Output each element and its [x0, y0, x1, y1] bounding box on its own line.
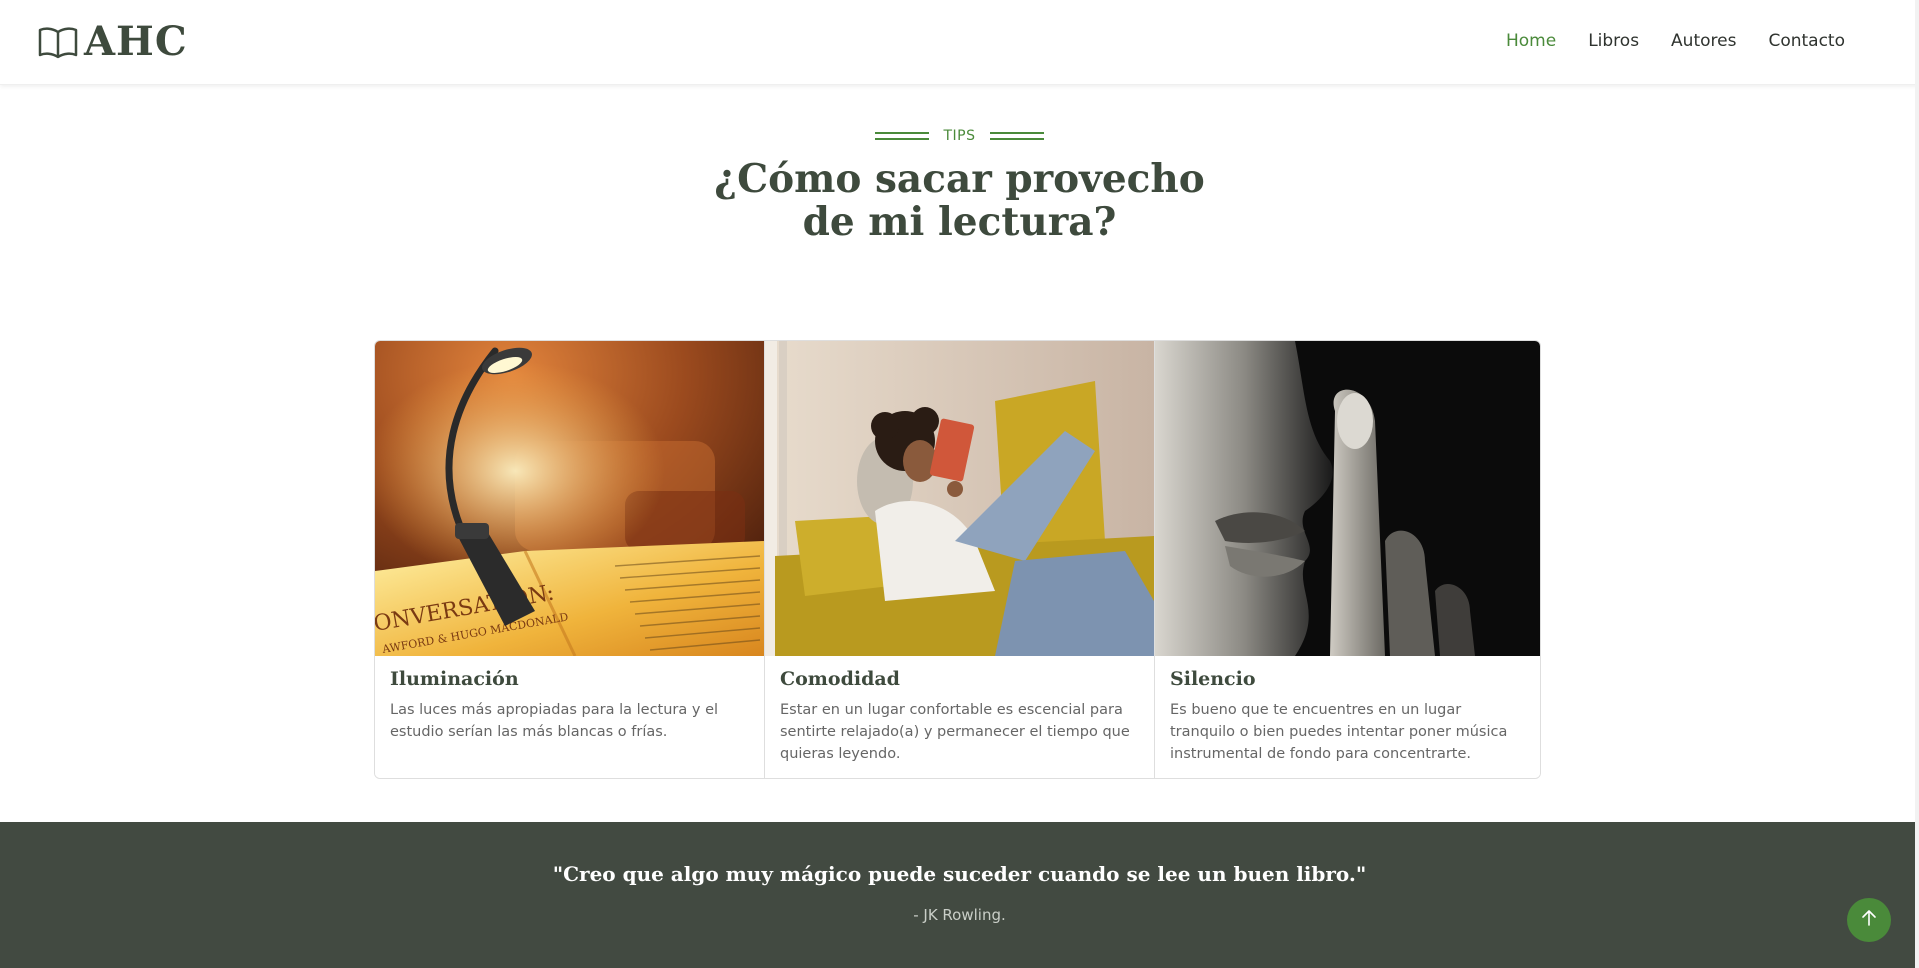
- card-silencio[interactable]: Silencio Es bueno que te encuentres en u…: [1155, 341, 1540, 778]
- navbar: AHC Home Libros Autores Contacto: [0, 0, 1919, 85]
- kicker-line-right: [989, 132, 1044, 140]
- section-title-line1: ¿Cómo sacar provecho: [714, 156, 1205, 202]
- tips-cards: ONVERSATION: AWFORD & HUGO MACDONALD Ilu…: [374, 340, 1541, 779]
- back-to-top-button[interactable]: [1847, 898, 1891, 942]
- nav-home[interactable]: Home: [1506, 31, 1556, 51]
- quote-author: - JK Rowling.: [913, 906, 1006, 924]
- nav-autores[interactable]: Autores: [1671, 31, 1736, 51]
- kicker-label: TIPS: [943, 128, 976, 144]
- card-image-lamp: ONVERSATION: AWFORD & HUGO MACDONALD: [375, 341, 764, 656]
- tips-section-header: TIPS ¿Cómo sacar provecho de mi lectura?: [0, 128, 1919, 244]
- quote-band: "Creo que algo muy mágico puede suceder …: [0, 822, 1919, 968]
- card-title: Iluminación: [390, 668, 519, 690]
- card-iluminacion[interactable]: ONVERSATION: AWFORD & HUGO MACDONALD Ilu…: [375, 341, 765, 778]
- open-book-icon: [38, 25, 78, 59]
- section-title-line2: de mi lectura?: [802, 199, 1117, 245]
- card-comodidad[interactable]: Comodidad Estar en un lugar confortable …: [765, 341, 1155, 778]
- nav-contacto[interactable]: Contacto: [1768, 31, 1845, 51]
- card-title: Silencio: [1170, 668, 1256, 690]
- arrow-up-icon: [1861, 909, 1877, 932]
- card-text: Es bueno que te encuentres en un lugar t…: [1170, 702, 1508, 762]
- quote-text: "Creo que algo muy mágico puede suceder …: [552, 862, 1367, 886]
- card-text: Las luces más apropiadas para la lectura…: [390, 702, 719, 740]
- nav-libros[interactable]: Libros: [1588, 31, 1639, 51]
- card-text: Estar en un lugar confortable es escenci…: [780, 702, 1130, 762]
- brand-logo[interactable]: AHC: [38, 18, 188, 65]
- section-title: ¿Cómo sacar provecho de mi lectura?: [0, 158, 1919, 244]
- card-title: Comodidad: [780, 668, 900, 690]
- brand-name: AHC: [84, 18, 188, 65]
- card-image-sofa: [765, 341, 1154, 656]
- section-kicker: TIPS: [0, 128, 1919, 144]
- kicker-line-left: [875, 132, 930, 140]
- page-scrollbar[interactable]: [1915, 0, 1919, 968]
- main-nav: Home Libros Autores Contacto: [1506, 31, 1845, 51]
- card-image-silence: [1155, 341, 1540, 656]
